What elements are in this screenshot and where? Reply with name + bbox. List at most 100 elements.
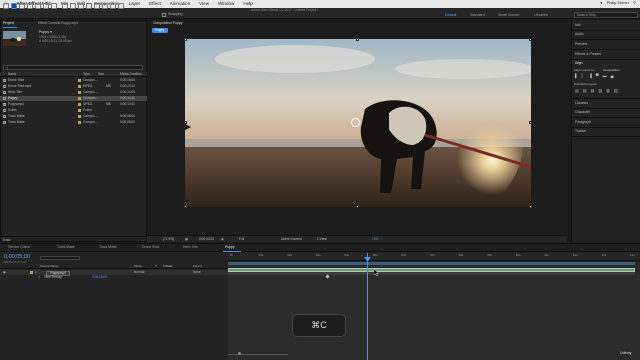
panel-paragraph[interactable]: Paragraph [575,120,591,124]
timeline-search-input[interactable] [40,256,80,260]
transform-handle-r[interactable] [529,121,532,124]
label-color-swatch[interactable] [78,97,81,100]
transform-handle-b[interactable] [356,205,359,208]
align-bottom-icon[interactable]: ▄ [611,74,614,79]
hand-tool-icon[interactable] [19,3,25,9]
project-list-item[interactable]: Track Matte Compos… 0;00;05;00 [0,114,147,119]
menu-view[interactable]: View [199,1,209,7]
panel-effects-presets[interactable]: Effects & Presets [575,52,601,56]
home-tool-icon[interactable] [3,3,9,9]
bpc-label[interactable]: 8 bpc [3,238,11,242]
col-source-name[interactable]: Source Name [40,265,58,268]
user-name[interactable]: Philip Ebiner [607,1,629,5]
align-to-dropdown[interactable]: Composition [603,69,620,72]
label-color-swatch[interactable] [78,109,81,112]
tab-track-matte-2[interactable]: Track Matte [99,245,117,249]
magnification-dropdown[interactable]: (71.9%) [163,237,174,241]
col-size[interactable]: Size [98,72,104,76]
tab-puppy[interactable]: Puppy [225,245,235,249]
tab-composition[interactable]: Composition Puppy [153,21,182,25]
distribute-top-icon[interactable]: ▤ [575,89,579,94]
transform-handle-tr[interactable] [529,38,532,41]
distribute-bottom-icon[interactable]: ▤ [591,89,595,94]
transform-handle-tl[interactable] [184,38,187,41]
puppet-tool-icon[interactable] [118,3,124,9]
selection-tool-icon[interactable] [11,3,17,9]
grid-icon[interactable]: ▦ [185,238,188,241]
rectangle-tool-icon[interactable] [62,3,68,9]
label-color-swatch[interactable] [78,103,81,106]
project-list-item[interactable]: Solids Folder [0,108,147,113]
tab-render-queue[interactable]: Render Queue [8,245,30,249]
snapshot-icon[interactable]: ◉ [221,238,224,241]
menu-window[interactable]: Window [218,1,234,7]
workspace-libraries[interactable]: Libraries [534,13,548,18]
layer-parent-dropdown[interactable]: None [193,270,201,274]
distribute-hcenter-icon[interactable]: ▥ [606,89,610,94]
col-type[interactable]: Type [83,72,90,76]
camera-dropdown[interactable]: Active Camera [281,237,302,241]
align-top-icon[interactable]: ▀ [596,74,599,79]
panel-align[interactable]: Align [575,61,583,65]
stopwatch-icon[interactable]: ⏱ [38,275,40,279]
camera-tool-icon[interactable] [43,3,49,9]
panel-audio[interactable]: Audio [575,32,584,36]
rotate-tool-icon[interactable] [35,3,41,9]
comp-chip[interactable]: Puppy [152,28,168,33]
transform-handle-br[interactable] [529,205,532,208]
workspace-standard[interactable]: Standard [470,13,485,18]
tab-effect-controls[interactable]: Effect Controls Puppy.mp4 [38,21,78,27]
project-list-item[interactable]: Hello Title Compos… 0;00;10;00 [0,90,147,95]
transform-handle-l[interactable] [184,121,187,124]
resolution-dropdown[interactable]: Full [239,237,244,241]
col-media-duration[interactable]: Media Duration [120,72,142,76]
timeline-track-area[interactable] [228,262,640,360]
help-search-input[interactable]: Search Help [574,12,638,18]
col-mode[interactable]: Mode [134,265,142,268]
project-search-input[interactable]: ⚲ [3,65,143,70]
menu-animation[interactable]: Animation [170,1,190,7]
workspace-small-screen[interactable]: Small Screen [498,13,519,18]
panel-tracker[interactable]: Tracker [575,129,586,133]
project-list-item[interactable]: Puppy Compos… 0;00;14;11 [0,96,147,101]
panel-preview[interactable]: Preview [575,42,587,46]
label-color-swatch[interactable] [78,121,81,124]
label-color-swatch[interactable] [78,115,81,118]
snapping-checkbox[interactable] [162,13,166,17]
label-color-swatch[interactable] [30,271,33,274]
align-right-icon[interactable]: ▐ [589,74,592,79]
current-time[interactable]: 0;00;03;00 [199,237,214,241]
roto-tool-icon[interactable] [110,3,116,9]
label-color-swatch[interactable] [78,91,81,94]
panel-character[interactable]: Character [575,110,590,114]
project-list-item[interactable]: Puppy.mp4 MPEG MB 0;00;14;11 [0,102,147,107]
col-trkmat[interactable]: TrkMat [163,265,172,268]
eraser-tool-icon[interactable] [102,3,108,9]
exposure-value[interactable]: +0.0 [372,237,378,241]
panel-libraries[interactable]: Libraries [575,101,588,105]
anchor-point-icon[interactable] [351,118,360,127]
pan-behind-tool-icon[interactable] [51,3,57,9]
panel-info[interactable]: Info [575,23,581,27]
menu-effect[interactable]: Effect [149,1,161,7]
playhead-line[interactable] [367,253,368,360]
transform-handle-t[interactable] [356,38,359,41]
property-value[interactable]: 0;00;05;00 [92,275,107,279]
tab-track-matte-1[interactable]: Track Matte [57,245,75,249]
distribute-left-icon[interactable]: ▥ [598,89,602,94]
label-color-swatch[interactable] [78,85,81,88]
zoom-tool-icon[interactable] [27,3,33,9]
pen-tool-icon[interactable] [70,3,76,9]
align-left-icon[interactable]: ▌ [575,74,578,79]
distribute-vcenter-icon[interactable]: ▤ [583,89,587,94]
align-hcenter-icon[interactable]: ▏ [582,74,585,79]
col-parent[interactable]: Parent [193,265,202,268]
tab-drone-shot[interactable]: Drone Shot [142,245,159,249]
eye-icon[interactable]: ◉ [3,270,6,274]
zoom-slider[interactable] [228,352,288,356]
col-name[interactable]: Name [8,72,17,76]
menu-help[interactable]: Help [243,1,252,7]
workspace-default[interactable]: Default [445,13,456,18]
clone-tool-icon[interactable] [94,3,100,9]
transform-handle-bl[interactable] [184,205,187,208]
